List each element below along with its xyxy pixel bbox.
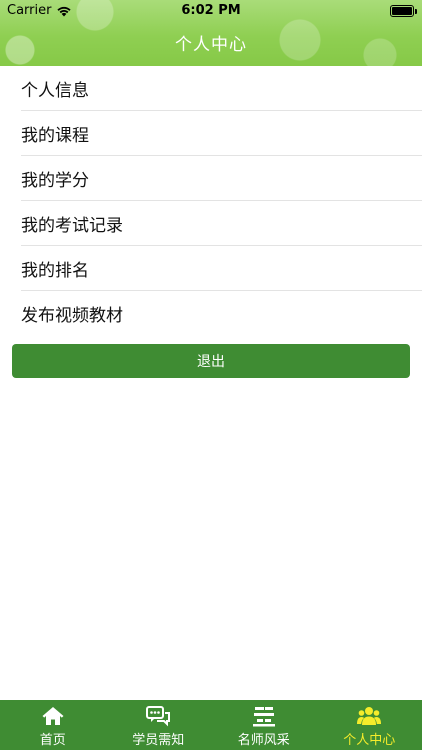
- menu-item-my-ranking[interactable]: 我的排名: [0, 246, 422, 291]
- tab-student-notice[interactable]: 学员需知: [106, 700, 212, 750]
- menu-item-exam-records[interactable]: 我的考试记录: [0, 201, 422, 246]
- status-bar: Carrier 6:02 PM: [0, 0, 422, 22]
- header-background: Carrier 6:02 PM 个人中心: [0, 0, 422, 66]
- tab-home-label: 首页: [39, 733, 66, 748]
- podium-icon: [252, 707, 275, 727]
- home-icon: [42, 707, 64, 725]
- tab-profile[interactable]: 个人中心: [317, 700, 422, 750]
- menu-list: 个人信息 我的课程 我的学分 我的考试记录 我的排名 发布视频教材: [0, 66, 422, 336]
- menu-item-publish-video[interactable]: 发布视频教材: [0, 291, 422, 336]
- tab-teachers-label: 名师风采: [237, 733, 290, 748]
- page-title: 个人中心: [175, 35, 247, 55]
- people-icon: [357, 707, 382, 725]
- menu-item-my-courses[interactable]: 我的课程: [0, 111, 422, 156]
- tab-teachers[interactable]: 名师风采: [211, 700, 317, 750]
- logout-button[interactable]: 退出: [12, 344, 410, 378]
- tab-home[interactable]: 首页: [0, 700, 106, 750]
- clock: 6:02 PM: [181, 3, 241, 18]
- menu-item-my-credits[interactable]: 我的学分: [0, 156, 422, 201]
- chat-bubbles-icon: [146, 706, 171, 727]
- tab-student-notice-label: 学员需知: [132, 733, 185, 748]
- tab-profile-label: 个人中心: [343, 733, 396, 748]
- screen: Carrier 6:02 PM 个人中心 个人信息 我的课程 我的学分 我的考试…: [0, 0, 422, 750]
- menu-item-personal-info[interactable]: 个人信息: [0, 66, 422, 111]
- battery-icon: [390, 5, 417, 17]
- tab-bar: 首页 学员需知 名师风采 个人中心: [0, 700, 422, 750]
